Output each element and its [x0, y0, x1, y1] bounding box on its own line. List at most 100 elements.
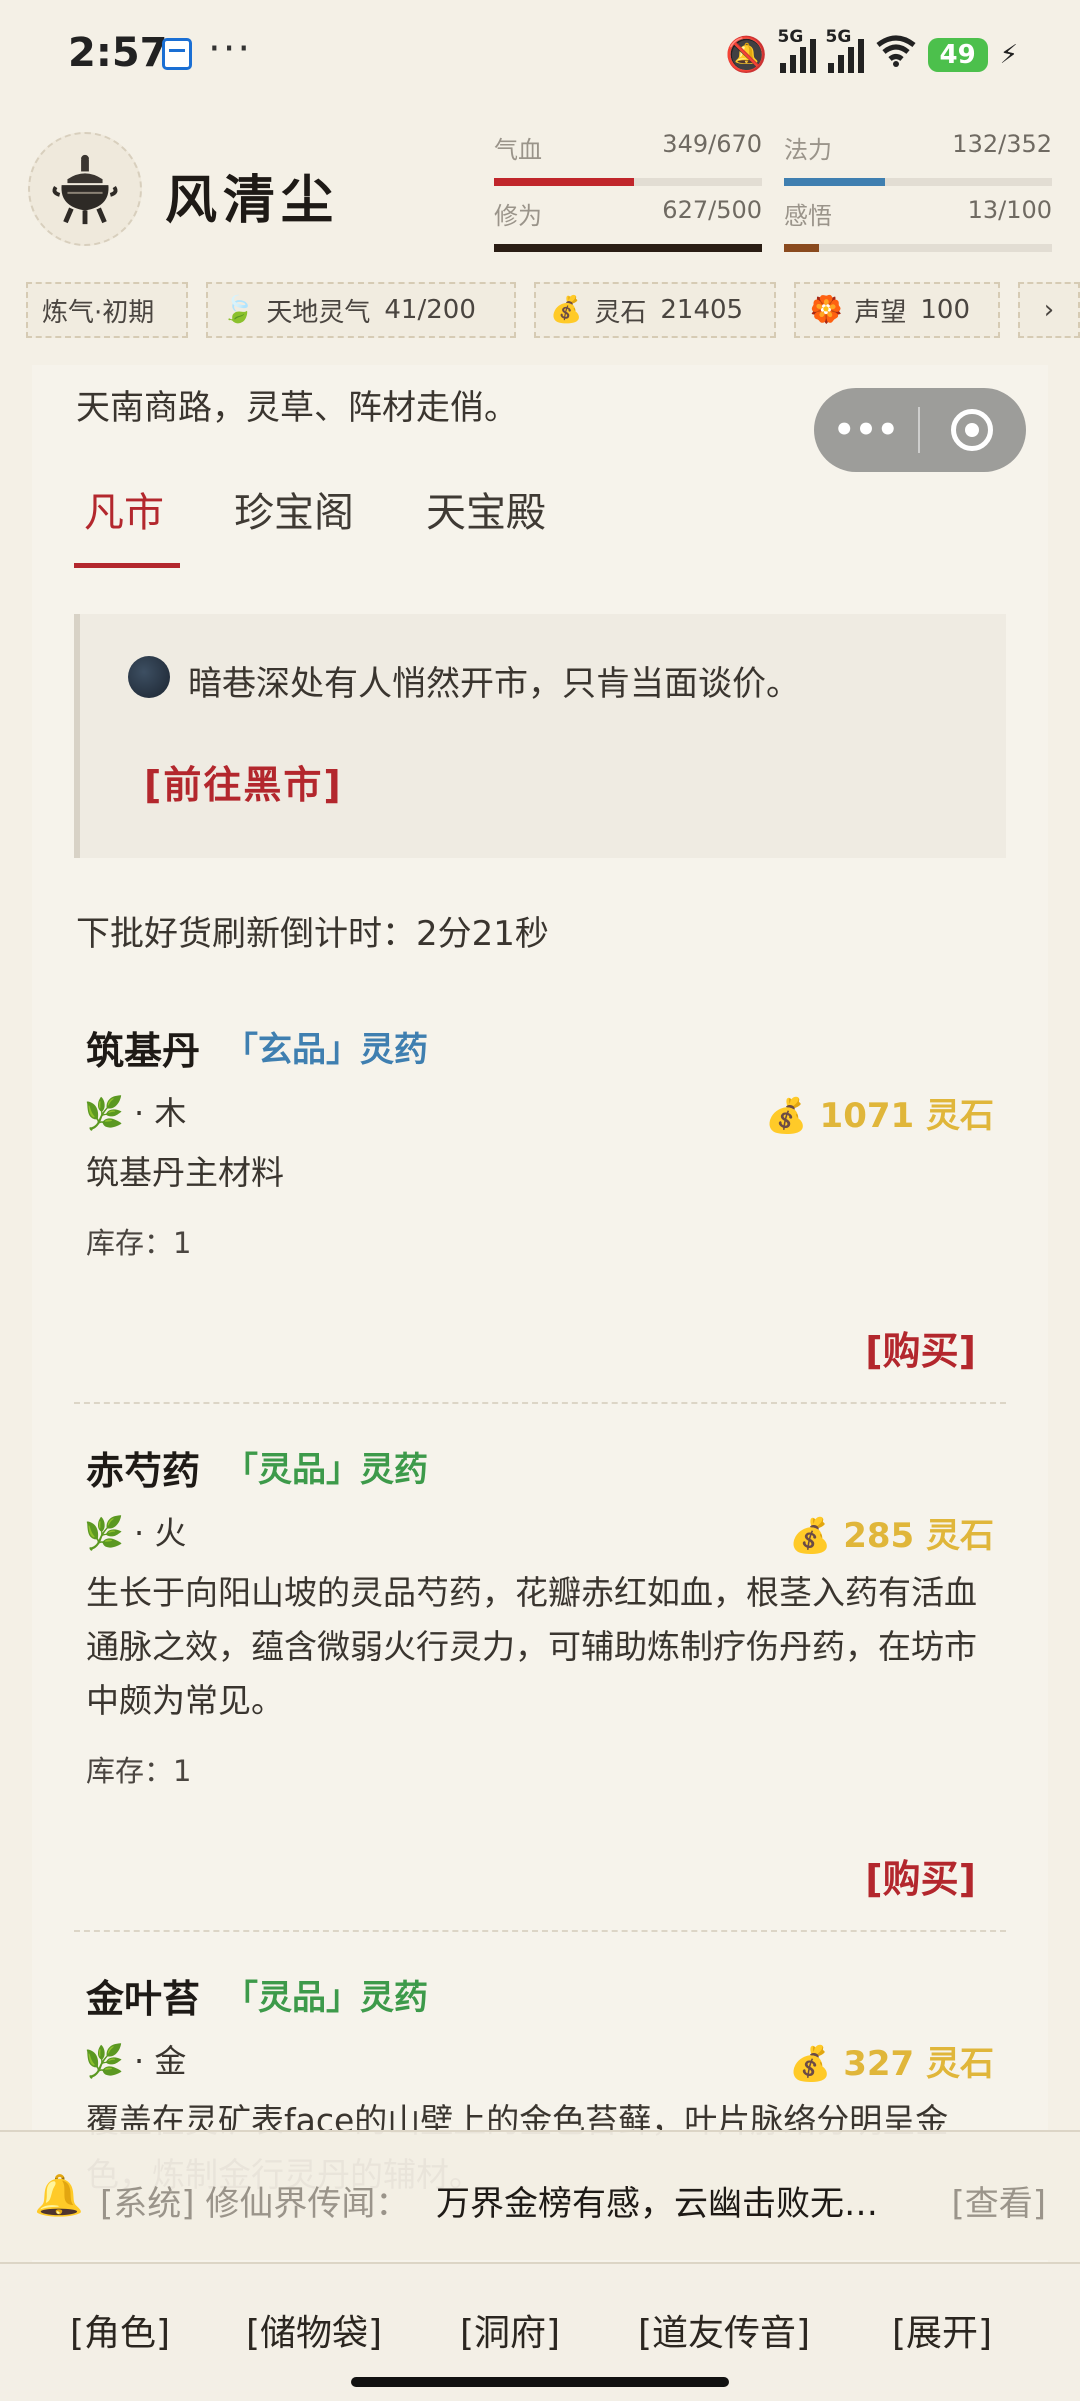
- realm-label: 炼气·初期: [42, 297, 155, 328]
- mana-label: 法力: [784, 136, 832, 164]
- system-broadcast: 🔔 [系统] 修仙界传闻： 万界金榜有感，云幽击败无… [查看]: [0, 2130, 1080, 2260]
- item-description: 筑基丹主材料: [86, 1153, 284, 1192]
- item-name: 赤芍药: [86, 1449, 201, 1493]
- stones-chip[interactable]: 💰 灵石 21405: [534, 282, 776, 338]
- insight-label: 感悟: [784, 202, 832, 230]
- nav-storage-bag[interactable]: [储物袋]: [246, 2304, 382, 2356]
- realm-chip[interactable]: 炼气·初期: [26, 282, 188, 338]
- nav-expand[interactable]: [展开]: [892, 2304, 992, 2356]
- status-bar: 2:57 ··· 🔕 5G 5G 49 ⚡: [0, 0, 1080, 110]
- insight-stat: 感悟 13/100: [784, 196, 1052, 252]
- herb-icon: 🌿: [84, 1094, 124, 1132]
- item-description: 生长于向阳山坡的灵品芍药，花瓣赤红如血，根茎入药有活血通脉之效，蕴含微弱火行灵力…: [86, 1573, 977, 1720]
- stock-value: 1: [173, 1226, 192, 1260]
- target-icon: [951, 409, 993, 451]
- tab-common-market[interactable]: 凡市: [84, 480, 164, 538]
- more-options-button[interactable]: •••: [814, 410, 918, 450]
- hp-stat: 气血 349/670: [494, 130, 762, 186]
- fame-label: 声望: [854, 297, 907, 328]
- nav-friend-messages[interactable]: [道友传音]: [638, 2304, 810, 2356]
- buy-button[interactable]: [购买]: [865, 1320, 976, 1375]
- signal-icon: 5G: [826, 27, 864, 73]
- money-bag-icon: 💰: [789, 1516, 844, 1556]
- player-header: 风清尘 气血 349/670 法力 132/352 修为 627/500 感悟 …: [0, 110, 1080, 275]
- mute-bell-icon: 🔕: [725, 35, 768, 75]
- black-market-link[interactable]: [前往黑市]: [144, 754, 343, 809]
- hp-label: 气血: [494, 136, 542, 164]
- leaf-icon: 🍃: [222, 295, 255, 325]
- price-value: 285 灵石: [843, 1516, 994, 1556]
- fame-chip[interactable]: 🏵️ 声望 100: [794, 282, 1000, 338]
- herb-icon: 🌿: [84, 2042, 124, 2080]
- mana-stat: 法力 132/352: [784, 130, 1052, 186]
- censer-icon: [52, 154, 118, 225]
- item-element: 🌿 · 木: [84, 1094, 187, 1132]
- buy-button[interactable]: [购买]: [865, 1848, 976, 1903]
- more-notifications-icon: ···: [208, 26, 253, 72]
- chips-scroll-right[interactable]: ›: [1018, 282, 1080, 338]
- player-name: 风清尘: [165, 170, 340, 231]
- cultivation-bar: [494, 244, 762, 252]
- item-name: 金叶苔: [86, 1977, 201, 2021]
- stock-value: 1: [173, 1754, 192, 1788]
- nav-character[interactable]: [角色]: [70, 2304, 170, 2356]
- element-label: 木: [154, 1094, 187, 1132]
- item-divider: [74, 1930, 1006, 1932]
- insight-bar: [784, 244, 1052, 252]
- close-miniprogram-button[interactable]: [920, 409, 1024, 451]
- price-value: 327 灵石: [843, 2044, 994, 2084]
- broadcast-message: 万界金榜有感，云幽击败无…: [436, 2184, 878, 2224]
- network-type-label: 5G: [777, 27, 804, 47]
- wifi-icon: [876, 35, 916, 76]
- item-element: 🌿 · 火: [84, 1514, 187, 1552]
- money-bag-icon: 💰: [789, 2044, 844, 2084]
- tab-heavenly-hall[interactable]: 天宝殿: [426, 480, 546, 538]
- money-bag-icon: 💰: [765, 1096, 820, 1136]
- miniprogram-capsule: •••: [814, 388, 1026, 472]
- moon-icon: [128, 656, 170, 698]
- resource-chips: 炼气·初期 🍃 天地灵气 41/200 💰 灵石 21405 🏵️ 声望 100…: [0, 282, 1080, 346]
- broadcast-label: [系统] 修仙界传闻：: [100, 2184, 410, 2224]
- network-type-label: 5G: [825, 27, 852, 47]
- hp-bar: [494, 178, 762, 186]
- list-item: 筑基丹 「玄品」灵药 🌿 · 木 💰 1071 灵石 筑基丹主材料 库存：1 […: [74, 1020, 1006, 1404]
- item-grade: 「灵品」灵药: [224, 1450, 428, 1490]
- black-market-notice: 暗巷深处有人悄然开市，只肯当面谈价。 [前往黑市]: [74, 614, 1006, 858]
- item-name: 筑基丹: [86, 1029, 201, 1073]
- stones-value: 21405: [660, 295, 744, 325]
- mana-value: 132/352: [952, 130, 1052, 158]
- rosette-icon: 🏵️: [810, 295, 843, 325]
- cultivation-value: 627/500: [662, 196, 762, 224]
- battery-level: 49: [927, 38, 988, 72]
- item-price: 💰 327 灵石: [789, 2036, 994, 2085]
- item-price: 💰 1071 灵石: [765, 1088, 994, 1137]
- qi-value: 41/200: [384, 295, 476, 325]
- herb-icon: 🌿: [84, 1514, 124, 1552]
- element-label: 火: [154, 1514, 187, 1552]
- bell-icon: 🔔: [34, 2173, 84, 2219]
- nav-cave-dwelling[interactable]: [洞府]: [460, 2304, 560, 2356]
- item-element: 🌿 · 金: [84, 2042, 187, 2080]
- avatar[interactable]: [28, 132, 142, 246]
- calendar-app-icon: [162, 38, 192, 70]
- view-broadcast-button[interactable]: [查看]: [951, 2176, 1046, 2225]
- fame-value: 100: [920, 295, 971, 325]
- insight-value: 13/100: [967, 196, 1052, 224]
- cultivation-stat: 修为 627/500: [494, 196, 762, 252]
- cultivation-label: 修为: [494, 202, 542, 230]
- price-value: 1071 灵石: [819, 1096, 994, 1136]
- mana-bar: [784, 178, 1052, 186]
- item-grade: 「灵品」灵药: [224, 1978, 428, 2018]
- list-item: 赤芍药 「灵品」灵药 🌿 · 火 💰 285 灵石 生长于向阳山坡的灵品芍药，花…: [74, 1440, 1006, 1932]
- stock-label: 库存：: [86, 1754, 174, 1788]
- home-indicator[interactable]: [351, 2377, 729, 2387]
- tab-treasure-pavilion[interactable]: 珍宝阁: [234, 480, 354, 538]
- qi-label: 天地灵气: [266, 297, 371, 328]
- charging-icon: ⚡: [999, 40, 1018, 70]
- clock: 2:57: [68, 30, 168, 76]
- item-divider: [74, 1402, 1006, 1404]
- status-icons: 🔕 5G 5G 49 ⚡: [725, 27, 1018, 80]
- qi-chip[interactable]: 🍃 天地灵气 41/200: [206, 282, 516, 338]
- notice-text: 暗巷深处有人悄然开市，只肯当面谈价。: [188, 664, 800, 704]
- item-grade: 「玄品」灵药: [224, 1030, 428, 1070]
